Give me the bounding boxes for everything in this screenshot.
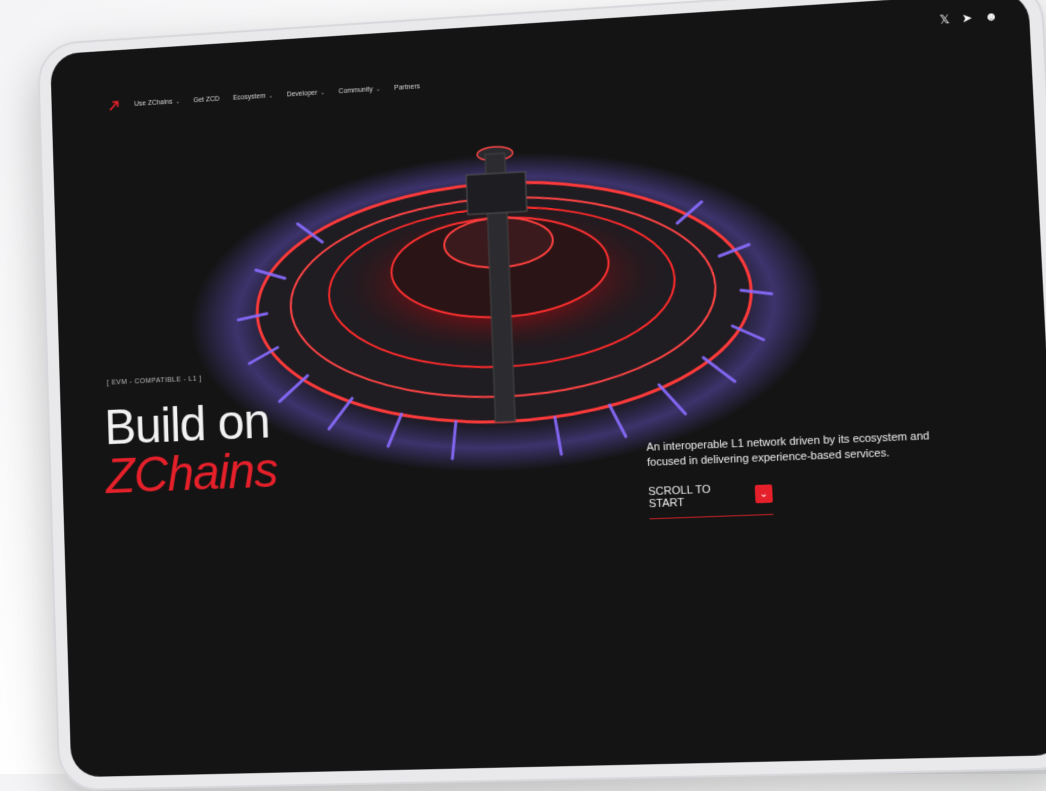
- scroll-to-start-button[interactable]: SCROLL TO START ⌄: [648, 481, 774, 520]
- discord-icon[interactable]: ☻: [984, 9, 998, 24]
- nav-item-use-zchains[interactable]: Use ZChains ⌄: [134, 98, 181, 108]
- nav-item-label: Get ZCD: [193, 95, 220, 104]
- nav-item-get-zcd[interactable]: Get ZCD: [193, 95, 219, 103]
- nav-item-partners[interactable]: Partners: [394, 83, 420, 91]
- scroll-label: SCROLL TO START: [648, 483, 711, 511]
- nav-item-ecosystem[interactable]: Ecosystem ⌄: [233, 92, 274, 101]
- website-screen: Use ZChains ⌄ Get ZCD Ecosystem ⌄ Develo…: [50, 0, 1046, 778]
- x-twitter-icon[interactable]: 𝕏: [939, 12, 950, 27]
- nav-item-community[interactable]: Community ⌄: [338, 85, 381, 95]
- nav-item-label: Ecosystem: [232, 92, 266, 102]
- telegram-icon[interactable]: ➤: [962, 11, 973, 26]
- chevron-down-icon: ⌄: [175, 98, 181, 105]
- social-links: 𝕏 ➤ ☻: [939, 9, 998, 27]
- hero-title-line-2: ZChains: [105, 442, 279, 504]
- chevron-down-icon: ⌄: [375, 86, 381, 93]
- nav-item-label: Use ZChains: [134, 98, 173, 108]
- chevron-down-icon: ⌄: [754, 484, 773, 504]
- nav-item-label: Community: [338, 85, 373, 95]
- nav-item-label: Developer: [286, 89, 318, 98]
- chevron-down-icon: ⌄: [320, 89, 326, 96]
- tablet-device: Use ZChains ⌄ Get ZCD Ecosystem ⌄ Develo…: [36, 0, 1046, 791]
- zchains-logo-icon[interactable]: [108, 98, 122, 112]
- chevron-down-icon: ⌄: [268, 92, 274, 100]
- nav-item-developer[interactable]: Developer ⌄: [287, 89, 326, 98]
- nav-item-label: Partners: [394, 82, 421, 92]
